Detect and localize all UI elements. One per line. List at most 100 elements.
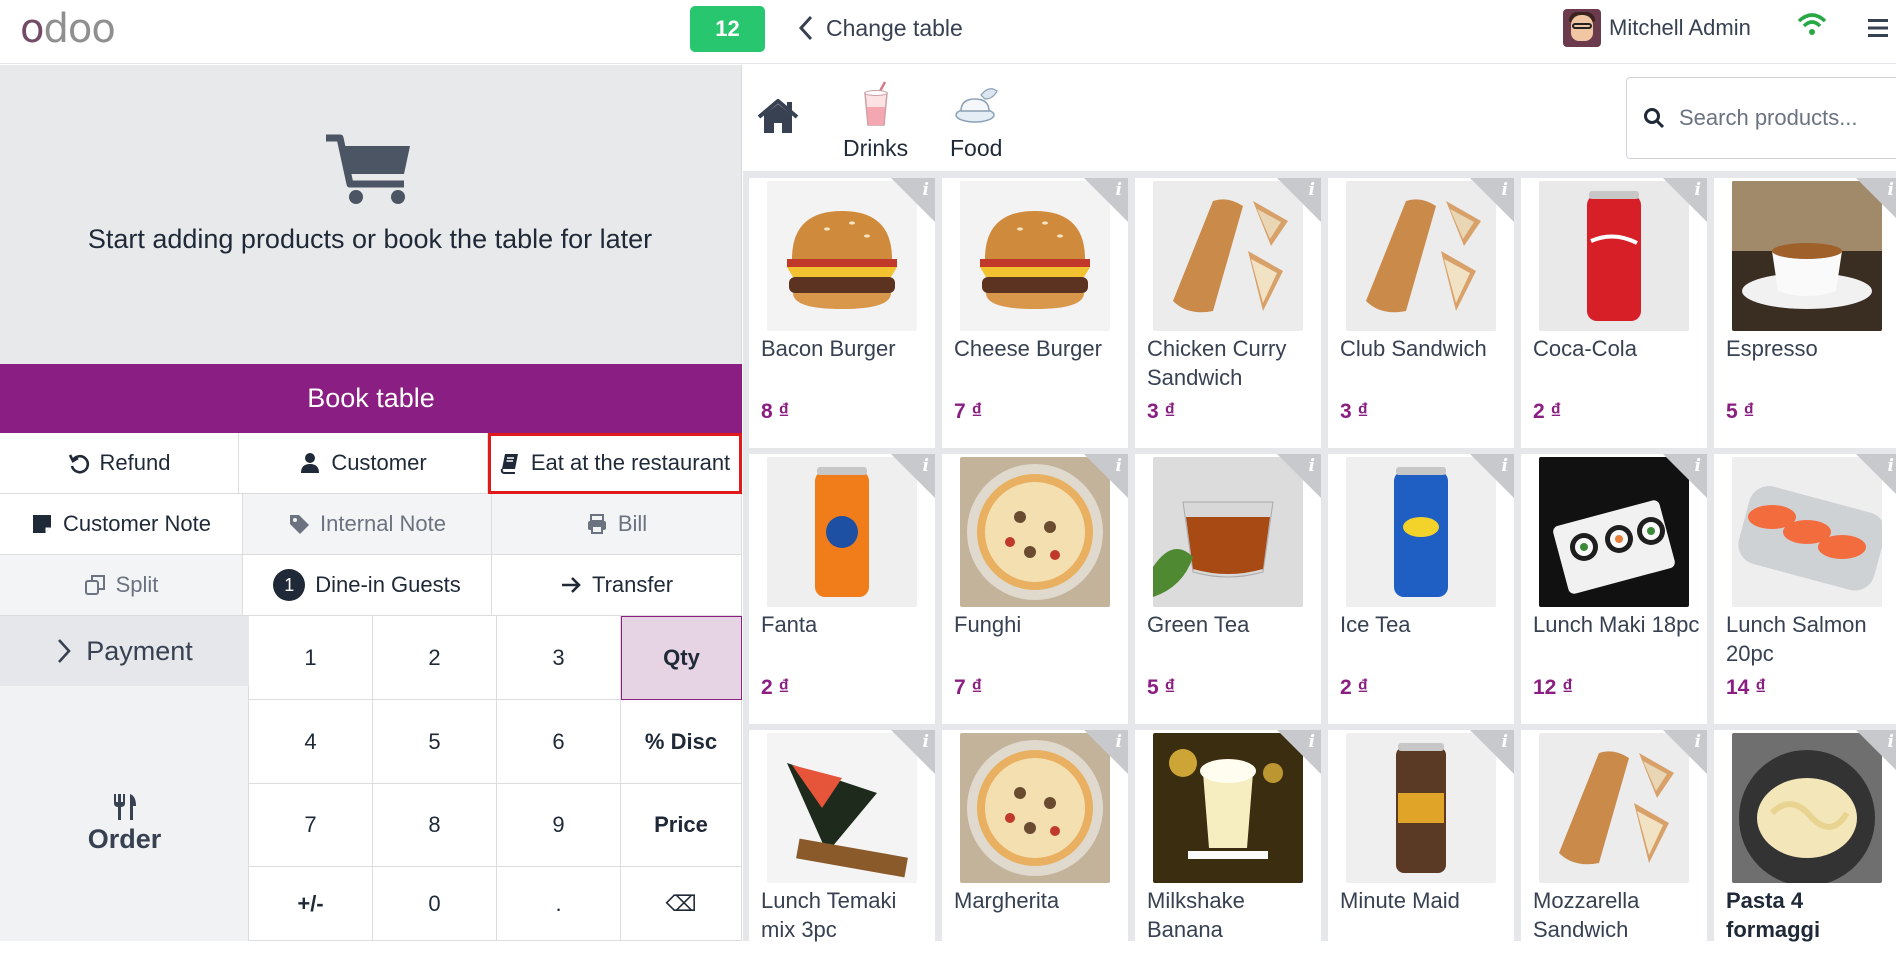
product-card[interactable]: i Lunch Temaki mix 3pc (749, 730, 935, 970)
info-icon[interactable]: i (923, 180, 929, 200)
dine-in-guests-label: Dine-in Guests (315, 572, 461, 597)
product-card[interactable]: i Espresso 5 ₫ (1714, 178, 1896, 448)
decimal-button[interactable]: . (497, 867, 621, 941)
info-icon[interactable]: i (1695, 180, 1701, 200)
qty-mode-button[interactable]: Qty (621, 616, 742, 700)
customer-note-button[interactable]: Customer Note (0, 494, 243, 555)
info-icon[interactable]: i (1309, 732, 1315, 752)
product-card[interactable]: i Funghi 7 ₫ (942, 454, 1128, 724)
product-card[interactable]: i Bacon Burger 8 ₫ (749, 178, 935, 448)
numpad-key-6[interactable]: 6 (497, 700, 621, 784)
sticky-note-icon (33, 515, 52, 533)
product-price: 7 ₫ (954, 400, 983, 423)
info-icon[interactable]: i (923, 456, 929, 476)
backspace-button[interactable]: ⌫ (621, 867, 742, 941)
split-button[interactable]: Split (0, 555, 243, 616)
food-icon (955, 88, 998, 123)
product-name: Coca-Cola (1533, 336, 1637, 361)
menu-icon[interactable] (1866, 16, 1890, 40)
numpad-key-0[interactable]: 0 (373, 867, 497, 941)
product-name: Pasta 4 formaggi (1726, 888, 1821, 942)
internal-note-label: Internal Note (320, 511, 446, 536)
info-icon[interactable]: i (1502, 180, 1508, 200)
info-icon[interactable]: i (1116, 456, 1122, 476)
price-mode-button[interactable]: Price (621, 784, 742, 867)
order-button[interactable]: Order (0, 686, 249, 941)
book-table-button[interactable]: Book table (0, 364, 742, 433)
customer-button[interactable]: Customer (239, 433, 488, 494)
product-name: Cheese Burger (954, 336, 1102, 361)
odoo-logo[interactable]: odoo (20, 6, 116, 52)
info-icon[interactable]: i (923, 732, 929, 752)
change-table-button[interactable]: Change table (798, 10, 963, 46)
numpad-key-5[interactable]: 5 (373, 700, 497, 784)
tag-icon (290, 515, 310, 534)
payment-button[interactable]: Payment (0, 616, 249, 686)
home-icon[interactable] (757, 99, 799, 135)
action-column: Payment Order (0, 616, 249, 941)
numpad-key-9[interactable]: 9 (497, 784, 621, 867)
product-card[interactable]: i Lunch Maki 18pc 12 ₫ (1521, 454, 1707, 724)
product-card[interactable]: i Ice Tea 2 ₫ (1328, 454, 1514, 724)
product-card[interactable]: i Green Tea 5 ₫ (1135, 454, 1321, 724)
product-card[interactable]: i Margherita (942, 730, 1128, 970)
search-box[interactable] (1626, 77, 1896, 159)
table-number-badge[interactable]: 12 (690, 6, 765, 52)
category-drinks[interactable]: Drinks (843, 81, 908, 162)
info-icon[interactable]: i (1116, 732, 1122, 752)
info-icon[interactable]: i (1888, 732, 1894, 752)
product-price: 2 ₫ (761, 676, 790, 699)
category-food[interactable]: Food (950, 81, 1002, 162)
numpad-key-3[interactable]: 3 (497, 616, 621, 700)
print-icon (587, 514, 606, 534)
product-name: Bacon Burger (761, 336, 896, 361)
info-icon[interactable]: i (1116, 180, 1122, 200)
product-card[interactable]: i Minute Maid (1328, 730, 1514, 970)
internal-note-button[interactable]: Internal Note (243, 494, 492, 555)
book-icon (500, 454, 518, 474)
change-table-label: Change table (826, 14, 963, 41)
plus-minus-button[interactable]: +/- (249, 867, 373, 941)
numpad-key-1[interactable]: 1 (249, 616, 373, 700)
info-icon[interactable]: i (1888, 456, 1894, 476)
product-name: Funghi (954, 612, 1022, 637)
product-name: Margherita (954, 888, 1060, 913)
numpad-key-4[interactable]: 4 (249, 700, 373, 784)
product-card[interactable]: i Pasta 4 formaggi (1714, 730, 1896, 970)
info-icon[interactable]: i (1309, 456, 1315, 476)
eat-at-restaurant-button[interactable]: Eat at the restaurant (488, 433, 742, 494)
dine-in-guests-button[interactable]: 1 Dine-in Guests (243, 555, 492, 616)
drinks-icon (863, 81, 888, 126)
info-icon[interactable]: i (1695, 456, 1701, 476)
transfer-button[interactable]: Transfer (492, 555, 742, 616)
guests-count-badge: 1 (273, 569, 306, 601)
info-icon[interactable]: i (1695, 732, 1701, 752)
info-icon[interactable]: i (1502, 456, 1508, 476)
product-card[interactable]: i Mozzarella Sandwich (1521, 730, 1707, 970)
discount-mode-button[interactable]: % Disc (621, 700, 742, 784)
user-menu[interactable]: Mitchell Admin (1563, 9, 1751, 47)
category-food-label: Food (950, 135, 1003, 161)
eat-at-restaurant-label: Eat at the restaurant (530, 450, 731, 475)
info-icon[interactable]: i (1309, 180, 1315, 200)
product-card[interactable]: i Coca-Cola 2 ₫ (1521, 178, 1707, 448)
numpad-key-2[interactable]: 2 (373, 616, 497, 700)
refund-button[interactable]: Refund (0, 433, 239, 494)
numpad: 1 2 3 Qty 4 5 6 % Disc 7 8 9 Price +/- 0… (249, 616, 742, 941)
product-card[interactable]: i Cheese Burger 7 ₫ (942, 178, 1128, 448)
info-icon[interactable]: i (1888, 180, 1894, 200)
control-row-1: Refund Customer Eat at the restaurant (0, 433, 742, 494)
bill-button[interactable]: Bill (492, 494, 742, 555)
category-bar: Drinks Food (743, 65, 1896, 172)
product-card[interactable]: i Fanta 2 ₫ (749, 454, 935, 724)
product-card[interactable]: i Lunch Salmon 20pc 14 ₫ (1714, 454, 1896, 724)
avatar (1563, 9, 1601, 47)
product-card[interactable]: i Club Sandwich 3 ₫ (1328, 178, 1514, 448)
info-icon[interactable]: i (1502, 732, 1508, 752)
numpad-key-8[interactable]: 8 (373, 784, 497, 867)
search-input[interactable] (1679, 105, 1889, 131)
product-card[interactable]: i Chicken Curry Sandwich 3 ₫ (1135, 178, 1321, 448)
numpad-key-7[interactable]: 7 (249, 784, 373, 867)
utensils-icon (113, 794, 136, 820)
product-card[interactable]: i Milkshake Banana (1135, 730, 1321, 970)
